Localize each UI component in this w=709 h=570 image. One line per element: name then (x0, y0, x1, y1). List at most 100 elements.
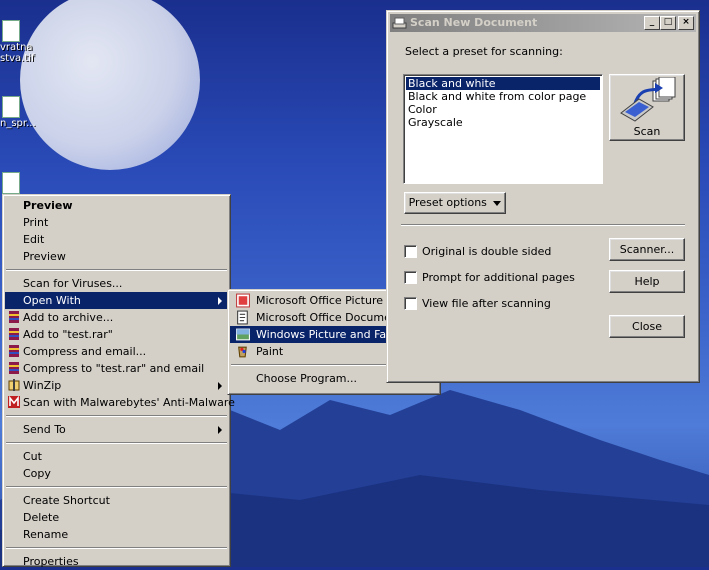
menu-item-label: Delete (23, 511, 60, 524)
menu-item-edit[interactable]: Edit (5, 231, 228, 248)
help-button[interactable]: Help (609, 270, 685, 293)
menu-separator (6, 442, 227, 444)
menu-item-print[interactable]: Print (5, 214, 228, 231)
menu-item-open-with[interactable]: Open With (5, 292, 228, 309)
preset-options-button[interactable]: Preset options (404, 192, 506, 214)
menu-item-label: Send To (23, 423, 66, 436)
scan-button[interactable]: Scan (609, 74, 685, 141)
dialog-titlebar[interactable]: Scan New Document _ □ × (390, 14, 696, 32)
prompt-pages-label: Prompt for additional pages (422, 271, 575, 284)
document-file-icon (2, 96, 20, 118)
double-sided-checkbox[interactable] (404, 245, 417, 258)
document-imaging-icon (237, 310, 248, 325)
menu-item-label: Print (23, 216, 49, 229)
menu-separator (6, 269, 227, 271)
view-after-scan-checkbox[interactable] (404, 297, 417, 310)
desktop-icon-tif[interactable]: vratna stva.tif (0, 20, 40, 64)
view-after-scan-label: View file after scanning (422, 297, 551, 310)
menu-item-label: Scan for Viruses... (23, 277, 123, 290)
scan-icon (620, 76, 676, 122)
minimize-icon: _ (649, 17, 655, 27)
tif-file-icon (2, 20, 20, 42)
menu-item-rename[interactable]: Rename (5, 526, 228, 543)
menu-item-label: Preview (23, 250, 66, 263)
menu-item-scan-with-malwarebytes-anti-malware[interactable]: Scan with Malwarebytes' Anti-Malware (5, 394, 235, 411)
close-button-label: Close (632, 320, 662, 333)
close-button[interactable]: Close (609, 315, 685, 338)
menu-item-create-shortcut[interactable]: Create Shortcut (5, 492, 228, 509)
preset-item-color[interactable]: Color (406, 103, 600, 116)
winzip-icon (8, 379, 20, 391)
menu-item-label: Properties (23, 555, 79, 568)
dialog-separator (401, 224, 685, 226)
menu-item-preview[interactable]: Preview (5, 248, 228, 265)
winrar-icon (9, 311, 19, 323)
menu-item-compress-and-email[interactable]: Compress and email... (5, 343, 228, 360)
winrar-icon (9, 362, 19, 374)
paint-icon (238, 346, 247, 358)
menu-item-label: Compress to "test.rar" and email (23, 362, 205, 375)
help-button-label: Help (634, 275, 660, 288)
menu-item-label: Add to "test.rar" (23, 328, 113, 341)
menu-item-scan-for-viruses[interactable]: Scan for Viruses... (5, 275, 228, 292)
menu-item-label: Compress and email... (23, 345, 147, 358)
menu-item-send-to[interactable]: Send To (5, 421, 228, 438)
menu-item-copy[interactable]: Copy (5, 465, 228, 482)
double-sided-label: Original is double sided (422, 245, 552, 258)
picture-manager-icon (236, 293, 250, 308)
preset-label: Select a preset for scanning: (405, 45, 563, 58)
file-icon (2, 172, 20, 194)
menu-item-add-to-test-rar[interactable]: Add to "test.rar" (5, 326, 228, 343)
preset-item-grayscale[interactable]: Grayscale (406, 116, 600, 129)
desktop-icon-label: vratna stva.tif (0, 42, 35, 64)
menu-item-add-to-archive[interactable]: Add to archive... (5, 309, 228, 326)
menu-item-preview[interactable]: Preview (5, 197, 228, 214)
menu-item-cut[interactable]: Cut (5, 448, 228, 465)
prompt-pages-checkbox[interactable] (404, 271, 417, 284)
desktop-icon-partial[interactable] (0, 172, 40, 194)
menu-item-label: Preview (23, 199, 73, 212)
menu-item-label: Create Shortcut (23, 494, 110, 507)
scanner-icon (392, 17, 407, 29)
preset-item-black-and-white-from-color-page[interactable]: Black and white from color page (406, 90, 600, 103)
dropdown-arrow-icon (493, 200, 502, 206)
context-menu: Preview Print Edit Preview Scan for Viruses.… (2, 194, 235, 570)
menu-separator (6, 415, 227, 417)
menu-item-properties[interactable]: Properties (5, 553, 228, 570)
maximize-button[interactable]: □ (660, 16, 676, 30)
menu-item-label: Choose Program... (256, 372, 358, 385)
menu-item-label: Rename (23, 528, 69, 541)
submenu-arrow-icon (218, 426, 222, 434)
menu-item-label: WinZip (23, 379, 62, 392)
menu-separator (6, 547, 227, 549)
menu-item-delete[interactable]: Delete (5, 509, 228, 526)
menu-item-label: Copy (23, 467, 51, 480)
winrar-icon (9, 345, 19, 357)
close-window-button[interactable]: × (678, 16, 694, 30)
menu-item-winzip[interactable]: WinZip (5, 377, 228, 394)
submenu-arrow-icon (218, 382, 222, 390)
maximize-icon: □ (663, 17, 673, 27)
scanner-button-label: Scanner... (619, 243, 675, 256)
scanner-button[interactable]: Scanner... (609, 238, 685, 261)
preset-options-label: Preset options (408, 196, 487, 209)
desktop-icon-label: n_spr... (0, 118, 36, 129)
menu-item-label: Open With (23, 294, 81, 307)
desktop-icon-spr[interactable]: n_spr... (0, 96, 40, 129)
scan-new-document-dialog: Scan New Document _ □ × Select a preset … (386, 10, 700, 383)
malwarebytes-icon (8, 395, 20, 408)
submenu-arrow-icon (218, 297, 222, 305)
dialog-title: Scan New Document (410, 16, 538, 29)
close-icon: × (682, 17, 690, 27)
menu-item-label: Edit (23, 233, 45, 246)
menu-item-compress-to-test-rar-and-email[interactable]: Compress to "test.rar" and email (5, 360, 228, 377)
scan-button-label: Scan (633, 125, 661, 138)
minimize-button[interactable]: _ (644, 16, 660, 30)
preset-item-black-and-white[interactable]: Black and white (406, 77, 600, 90)
winrar-icon (9, 328, 19, 340)
picture-fax-viewer-icon (236, 328, 250, 341)
preset-listbox[interactable]: Black and white Black and white from colo… (403, 74, 603, 184)
menu-item-label: Add to archive... (23, 311, 114, 324)
menu-item-label: Scan with Malwarebytes' Anti-Malware (23, 396, 235, 409)
menu-separator (6, 486, 227, 488)
